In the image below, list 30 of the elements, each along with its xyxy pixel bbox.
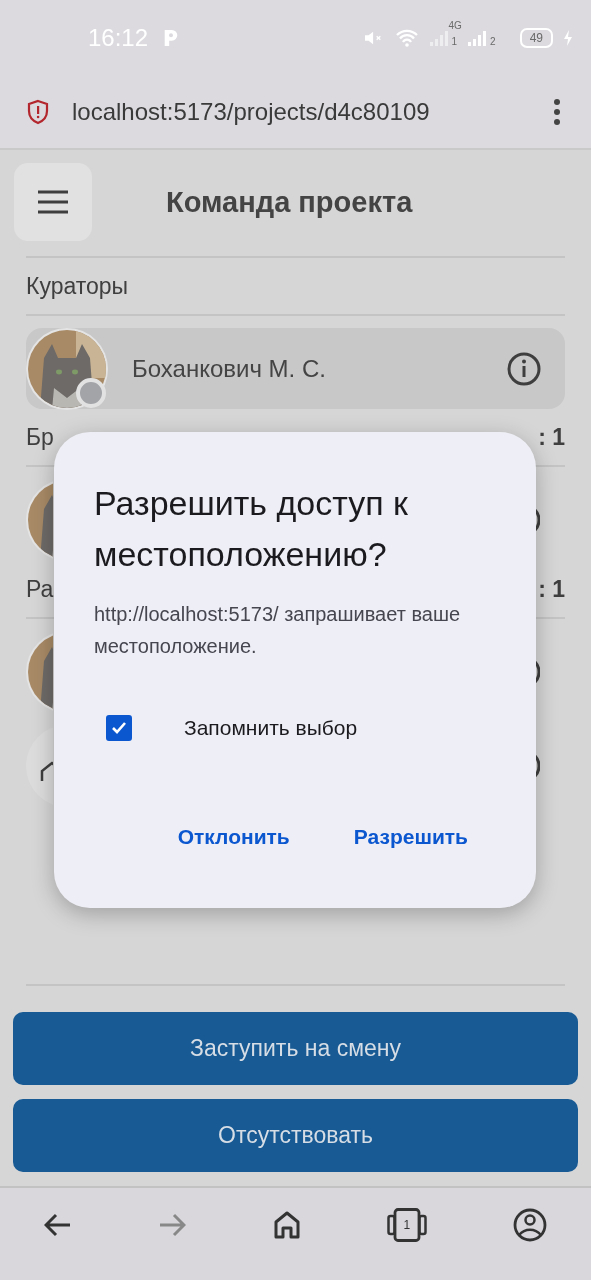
more-options-icon[interactable] bbox=[553, 97, 561, 126]
checkbox-label: Запомнить выбор bbox=[184, 716, 358, 740]
menu-button[interactable] bbox=[14, 163, 92, 241]
checkbox[interactable] bbox=[106, 715, 132, 741]
wifi-icon bbox=[394, 27, 419, 48]
dialog-title: Разрешить доступ к местоположению? bbox=[94, 483, 409, 575]
home-icon[interactable] bbox=[272, 1210, 301, 1240]
section-heading: Бр bbox=[26, 423, 54, 451]
info-icon[interactable] bbox=[507, 351, 541, 386]
profile-icon[interactable] bbox=[513, 1208, 547, 1242]
dialog-message: http://localhost:5173/ запрашивает ваше местоположение. bbox=[94, 602, 462, 659]
dialog-button[interactable]: Разрешить bbox=[341, 819, 480, 855]
page-title: Команда проекта bbox=[166, 185, 413, 219]
action-button[interactable]: Заступить на смену bbox=[13, 1012, 578, 1085]
dialog-button[interactable]: Отклонить bbox=[165, 819, 302, 855]
section-heading: Кураторы bbox=[26, 272, 129, 300]
menu-icon bbox=[38, 190, 68, 214]
member-count: : 1 bbox=[538, 575, 565, 603]
charging-icon bbox=[563, 28, 573, 47]
security-warning-icon[interactable] bbox=[26, 98, 50, 125]
member-name: Боханкович М. С. bbox=[132, 354, 327, 383]
sim-number: 2 bbox=[490, 35, 496, 47]
back-icon[interactable] bbox=[44, 1213, 72, 1237]
battery-indicator: 49 bbox=[519, 27, 553, 48]
sim-number: 1 bbox=[451, 35, 458, 47]
network-type: 4G bbox=[448, 19, 462, 31]
member-count: : 1 bbox=[538, 423, 565, 451]
member-card[interactable]: Боханкович М. С. bbox=[26, 328, 565, 409]
action-button[interactable]: Отсутствовать bbox=[13, 1099, 578, 1172]
section-heading: Ра bbox=[26, 575, 54, 603]
